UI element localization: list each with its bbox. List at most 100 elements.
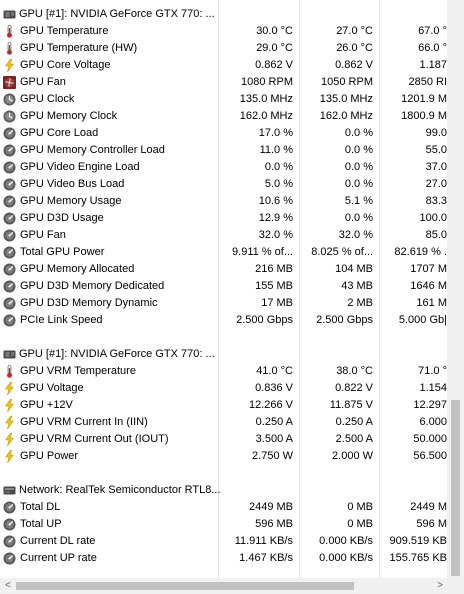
sensor-current-value: 0.836 V [255, 382, 293, 394]
sensor-row[interactable]: GPU Memory Allocated 216 MB 104 MB 1707 M [0, 261, 447, 278]
sensor-name-cell: GPU Memory Controller Load [0, 142, 218, 159]
sensor-row[interactable]: GPU Video Bus Load 5.0 % 0.0 % 27.0 [0, 176, 447, 193]
scroll-left-arrow-icon[interactable]: < [0, 578, 16, 594]
sensor-min-value: 0 MB [347, 518, 373, 530]
sensor-min-value: 2.000 W [332, 450, 373, 462]
section-header[interactable]: GPU [#1]: NVIDIA GeForce GTX 770: ... [0, 346, 447, 363]
sensor-row[interactable]: Total DL 2449 MB 0 MB 2449 M [0, 499, 447, 516]
lightning-icon [3, 449, 16, 464]
sensor-min-value: 0.0 % [344, 127, 373, 139]
sensor-current-value: 1.467 KB/s [239, 552, 293, 564]
sensor-row[interactable]: GPU VRM Temperature 41.0 °C 38.0 °C 71.0 ° [0, 363, 447, 380]
sensor-current-value: 0.862 V [255, 59, 293, 71]
gauge-icon [3, 212, 16, 225]
sensor-label: GPU Video Bus Load [20, 178, 125, 190]
sensor-max-value: 56.500 [413, 450, 447, 462]
sensor-name-cell: GPU Temperature [0, 23, 218, 40]
sensor-row[interactable]: GPU Temperature 30.0 °C 27.0 °C 67.0 ° [0, 23, 447, 40]
sensor-current-value: 2.500 Gbps [236, 314, 293, 326]
sensor-name-cell: GPU Temperature (HW) [0, 40, 218, 57]
sensor-row[interactable]: GPU Core Voltage 0.862 V 0.862 V 1.187 [0, 57, 447, 74]
sensor-row[interactable]: GPU Clock 135.0 MHz 135.0 MHz 1201.9 M [0, 91, 447, 108]
sensor-row[interactable]: PCIe Link Speed 2.500 Gbps 2.500 Gbps 5.000… [0, 312, 447, 329]
sensor-row[interactable]: GPU Video Engine Load 0.0 % 0.0 % 37.0 [0, 159, 447, 176]
sensor-label: Current DL rate [20, 535, 96, 547]
sensor-min-value: 43 MB [341, 280, 373, 292]
sensor-current-value: 596 MB [255, 518, 293, 530]
sensor-current-value: 0.250 A [255, 416, 293, 428]
gauge-icon [3, 127, 16, 140]
sensor-label: Total GPU Power [20, 246, 105, 258]
thermometer-icon [3, 42, 16, 55]
sensor-label: GPU VRM Current Out (IOUT) [20, 433, 169, 445]
sensor-row[interactable]: GPU Power 2.750 W 2.000 W 56.500 [0, 448, 447, 465]
sensor-min-value: 8.025 % of... [311, 246, 373, 258]
sensor-max-value: 2850 RI [408, 76, 447, 88]
sensor-current-value: 17 MB [261, 297, 293, 309]
sensor-min-value: 0.0 % [344, 212, 373, 224]
vertical-scroll-thumb[interactable] [451, 400, 460, 576]
sensor-min-value: 2.500 A [335, 433, 373, 445]
sensor-label: GPU Memory Clock [20, 110, 118, 122]
sensor-max-value: 1.187 [419, 59, 447, 71]
sensor-label: GPU Video Engine Load [20, 161, 140, 173]
scroll-right-arrow-icon[interactable]: > [432, 578, 448, 594]
gauge-icon [3, 161, 16, 174]
sensor-row[interactable]: GPU D3D Usage 12.9 % 0.0 % 100.0 [0, 210, 447, 227]
sensor-row[interactable]: GPU Temperature (HW) 29.0 °C 26.0 °C 66.0 ° [0, 40, 447, 57]
sensor-row[interactable]: GPU Memory Usage 10.6 % 5.1 % 83.3 [0, 193, 447, 210]
sensor-max-value: 37.0 [425, 161, 447, 173]
lightning-icon [3, 58, 16, 73]
sensor-name-cell: GPU Clock [0, 91, 218, 108]
sensor-row[interactable]: GPU D3D Memory Dynamic 17 MB 2 MB 161 M [0, 295, 447, 312]
vertical-scrollbar[interactable] [447, 0, 464, 578]
section-header[interactable]: GPU [#1]: NVIDIA GeForce GTX 770: ... [0, 6, 447, 23]
sensor-row[interactable]: Total GPU Power 9.911 % of... 8.025 % of..… [0, 244, 447, 261]
sensor-current-value: 216 MB [255, 263, 293, 275]
section-header-label: GPU [#1]: NVIDIA GeForce GTX 770: ... [19, 348, 215, 360]
sensor-row[interactable]: GPU Memory Clock 162.0 MHz 162.0 MHz 1800.9… [0, 108, 447, 125]
sensor-min-value: 27.0 °C [336, 25, 373, 37]
sensor-max-value: 155.765 KB [389, 552, 448, 564]
horizontal-scroll-thumb[interactable] [16, 582, 354, 590]
gauge-icon [3, 178, 16, 191]
sensor-row[interactable]: Current UP rate 1.467 KB/s 0.000 KB/s 155.7… [0, 550, 447, 567]
sensor-current-value: 11.0 % [259, 144, 293, 156]
sensor-label: GPU Temperature [20, 25, 109, 37]
sensor-label: GPU Memory Controller Load [20, 144, 165, 156]
sensor-row[interactable]: GPU D3D Memory Dedicated 155 MB 43 MB 1646 … [0, 278, 447, 295]
horizontal-scrollbar[interactable]: < > [0, 578, 464, 594]
sensor-max-value: 27.0 [425, 178, 447, 190]
sensor-name-cell: GPU Video Bus Load [0, 176, 218, 193]
gauge-icon [3, 195, 16, 208]
sensor-row[interactable]: GPU Fan 32.0 % 32.0 % 85.0 [0, 227, 447, 244]
sensor-name-cell: GPU Memory Allocated [0, 261, 218, 278]
lightning-icon [3, 432, 16, 447]
sensor-row[interactable]: GPU VRM Current Out (IOUT) 3.500 A 2.500 A… [0, 431, 447, 448]
gauge-icon [3, 280, 16, 293]
section-header[interactable]: Network: RealTek Semiconductor RTL8... [0, 482, 447, 499]
sensor-min-value: 162.0 MHz [319, 110, 373, 122]
sensor-row[interactable]: GPU Core Load 17.0 % 0.0 % 99.0 [0, 125, 447, 142]
sensor-min-value: 5.1 % [344, 195, 373, 207]
sensor-row[interactable]: GPU Fan 1080 RPM 1050 RPM 2850 RI [0, 74, 447, 91]
sensor-row[interactable]: GPU VRM Current In (IIN) 0.250 A 0.250 A 6.… [0, 414, 447, 431]
sensor-row[interactable]: Current DL rate 11.911 KB/s 0.000 KB/s 909.… [0, 533, 447, 550]
sensor-grid: GPU [#1]: NVIDIA GeForce GTX 770: ... GPU… [0, 6, 447, 567]
sensor-row[interactable]: GPU Memory Controller Load 11.0 % 0.0 % 55.… [0, 142, 447, 159]
lightning-icon [3, 381, 16, 396]
sensor-label: GPU Clock [20, 93, 75, 105]
sensor-row[interactable]: Total UP 596 MB 0 MB 596 M [0, 516, 447, 533]
sensor-max-value: 1.154 [419, 382, 447, 394]
sensor-name-cell: GPU Video Engine Load [0, 159, 218, 176]
gauge-icon [3, 552, 16, 565]
sensor-max-value: 12.297 [413, 399, 447, 411]
sensor-current-value: 10.6 % [258, 195, 293, 207]
sensor-row[interactable]: GPU Voltage 0.836 V 0.822 V 1.154 [0, 380, 447, 397]
sensor-min-value: 135.0 MHz [319, 93, 373, 105]
sensor-row[interactable]: GPU +12V 12.266 V 11.875 V 12.297 [0, 397, 447, 414]
sensor-list: GPU [#1]: NVIDIA GeForce GTX 770: ... GPU… [0, 0, 447, 578]
sensor-name-cell: GPU Fan [0, 74, 218, 91]
sensor-current-value: 135.0 MHz [239, 93, 293, 105]
